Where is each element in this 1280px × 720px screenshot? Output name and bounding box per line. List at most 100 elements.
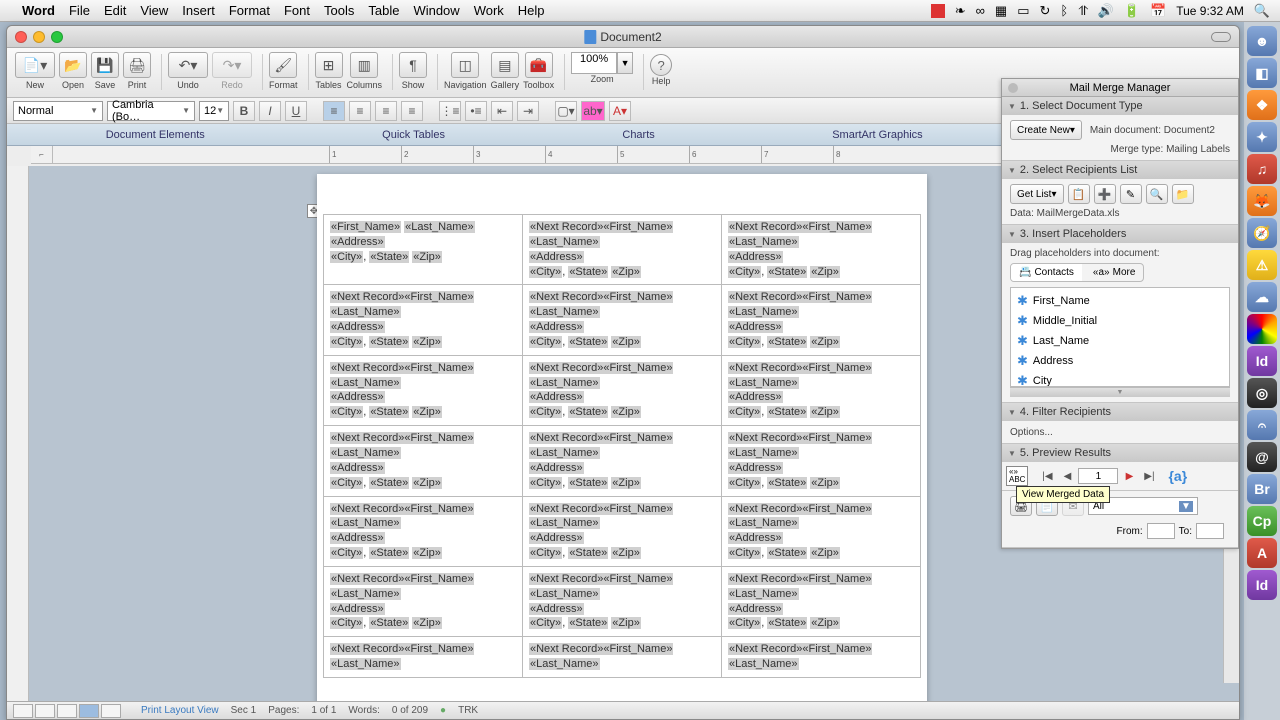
tab-quick-tables[interactable]: Quick Tables [366, 126, 461, 144]
style-combo[interactable]: Normal▼ [13, 101, 103, 121]
track-changes-indicator[interactable]: TRK [458, 705, 478, 716]
label-cell[interactable]: «Next Record»«First_Name»«Last_Name»«Add… [324, 566, 523, 636]
draft-view-button[interactable] [13, 704, 33, 718]
window-zoom-button[interactable] [51, 31, 63, 43]
align-right-button[interactable]: ≡ [375, 101, 397, 121]
dock-finder-icon[interactable]: ☻ [1247, 26, 1277, 56]
next-record-button[interactable]: ▶ [1120, 467, 1138, 485]
save-button[interactable]: 💾Save [91, 52, 119, 90]
tab-document-elements[interactable]: Document Elements [90, 126, 221, 144]
prev-record-button[interactable]: ◀ [1058, 467, 1076, 485]
menu-view[interactable]: View [140, 3, 168, 18]
menu-tools[interactable]: Tools [324, 3, 354, 18]
volume-icon[interactable]: 🔊 [1098, 3, 1114, 19]
mm-sec2-header[interactable]: ▼2. Select Recipients List [1002, 161, 1238, 179]
window-titlebar[interactable]: Document2 [7, 26, 1239, 48]
label-cell[interactable]: «Next Record»«First_Name»«Last_Name»«Add… [523, 566, 722, 636]
calendar-icon[interactable]: 📅 [1150, 3, 1166, 19]
label-cell[interactable]: «Next Record»«First_Name»«Last_Name»«Add… [324, 355, 523, 425]
dock-app-icon[interactable]: Cp [1247, 506, 1277, 536]
first-record-button[interactable]: |◀ [1038, 467, 1056, 485]
placeholder-item[interactable]: ✱City [1011, 371, 1229, 387]
expand-list-button[interactable]: ▼ [1010, 387, 1230, 397]
toolbox-button[interactable]: 🧰Toolbox [523, 52, 554, 90]
create-new-button[interactable]: Create New ▾ [1010, 120, 1082, 140]
dock-app-icon[interactable]: ⚠ [1247, 250, 1277, 280]
label-cell[interactable]: «First_Name» «Last_Name»«Address»«City»,… [324, 215, 523, 285]
label-cell[interactable]: «Next Record»«First_Name»«Last_Name» [324, 637, 523, 678]
sync-icon[interactable]: ∞ [976, 3, 985, 18]
increase-indent-button[interactable]: ⇥ [517, 101, 539, 121]
mm-panel-titlebar[interactable]: Mail Merge Manager [1002, 79, 1238, 97]
border-button[interactable]: ▢▾ [555, 101, 577, 121]
placeholder-item[interactable]: ✱Middle_Initial [1011, 311, 1229, 331]
menu-help[interactable]: Help [518, 3, 545, 18]
outline-view-button[interactable] [35, 704, 55, 718]
notebook-view-button[interactable] [101, 704, 121, 718]
words-value[interactable]: 0 of 209 [392, 705, 428, 716]
contacts-tab[interactable]: 📇 Contacts [1011, 264, 1082, 281]
menu-edit[interactable]: Edit [104, 3, 126, 18]
label-cell[interactable]: «Next Record»«First_Name»«Last_Name»«Add… [722, 566, 921, 636]
window-minimize-button[interactable] [33, 31, 45, 43]
tables-button[interactable]: ⊞Tables [315, 52, 343, 90]
italic-button[interactable]: I [259, 101, 281, 121]
label-cell[interactable]: «Next Record»«First_Name»«Last_Name»«Add… [523, 355, 722, 425]
spotlight-icon[interactable]: 🔍 [1254, 3, 1270, 19]
placeholder-item[interactable]: ✱Last_Name [1011, 331, 1229, 351]
battery-icon[interactable]: 🔋 [1124, 3, 1140, 19]
label-cell[interactable]: «Next Record»«First_Name»«Last_Name»«Add… [722, 285, 921, 355]
pages-value[interactable]: 1 of 1 [311, 705, 336, 716]
align-center-button[interactable]: ≡ [349, 101, 371, 121]
open-button[interactable]: 📂Open [59, 52, 87, 90]
dock-app-icon[interactable]: ◧ [1247, 58, 1277, 88]
placeholder-item[interactable]: ✱Address [1011, 351, 1229, 371]
evernote-icon[interactable]: ❧ [955, 3, 966, 19]
fill-button[interactable]: 📁 [1172, 184, 1194, 204]
dock-bridge-icon[interactable]: Br [1247, 474, 1277, 504]
dock-app-icon[interactable]: ◎ [1247, 378, 1277, 408]
braces-icon[interactable]: {a} [1168, 468, 1187, 484]
mm-sec1-header[interactable]: ▼1. Select Document Type [1002, 97, 1238, 115]
menu-format[interactable]: Format [229, 3, 270, 18]
labels-table[interactable]: «First_Name» «Last_Name»«Address»«City»,… [323, 214, 921, 678]
dock-app-icon[interactable]: ☁ [1247, 282, 1277, 312]
print-button[interactable]: 🖨Print [123, 52, 151, 90]
dock-app-icon[interactable]: ✦ [1247, 122, 1277, 152]
dock-indesign-icon[interactable]: Id [1247, 346, 1277, 376]
decrease-indent-button[interactable]: ⇤ [491, 101, 513, 121]
label-cell[interactable]: «Next Record»«First_Name»«Last_Name»«Add… [722, 215, 921, 285]
dock-acrobat-icon[interactable]: A [1247, 538, 1277, 568]
vertical-ruler[interactable] [7, 166, 29, 701]
font-size-combo[interactable]: 12▼ [199, 101, 229, 121]
placeholder-item[interactable]: ✱First_Name [1011, 291, 1229, 311]
label-cell[interactable]: «Next Record»«First_Name»«Last_Name»«Add… [324, 426, 523, 496]
grid-icon[interactable]: ▦ [995, 3, 1007, 19]
section-indicator[interactable]: Sec 1 [231, 705, 257, 716]
tab-charts[interactable]: Charts [606, 126, 670, 144]
underline-button[interactable]: U [285, 101, 307, 121]
format-painter-button[interactable]: 🖌Format [269, 52, 298, 90]
help-button[interactable]: ?Help [650, 52, 672, 86]
dock-app-icon[interactable]: ❖ [1247, 90, 1277, 120]
app-name[interactable]: Word [22, 3, 55, 18]
tab-smartart[interactable]: SmartArt Graphics [816, 126, 938, 144]
publishing-view-button[interactable] [57, 704, 77, 718]
menu-window[interactable]: Window [413, 3, 459, 18]
dock-app-icon[interactable]: @ [1247, 442, 1277, 472]
more-tab[interactable]: «a» More [1085, 264, 1143, 281]
font-combo[interactable]: Cambria (Bo…▼ [107, 101, 195, 121]
menu-table[interactable]: Table [368, 3, 399, 18]
undo-button[interactable]: ↶▾Undo [168, 52, 208, 90]
menu-font[interactable]: Font [284, 3, 310, 18]
label-cell[interactable]: «Next Record»«First_Name»«Last_Name»«Add… [523, 426, 722, 496]
add-record-button[interactable]: ➕ [1094, 184, 1116, 204]
print-layout-view-button[interactable] [79, 704, 99, 718]
dock-safari-icon[interactable]: 🧭 [1247, 218, 1277, 248]
bluetooth-icon[interactable]: ᛒ [1060, 3, 1068, 18]
label-cell[interactable]: «Next Record»«First_Name»«Last_Name»«Add… [523, 285, 722, 355]
columns-button[interactable]: ▥Columns [347, 52, 383, 90]
menu-work[interactable]: Work [474, 3, 504, 18]
label-cell[interactable]: «Next Record»«First_Name»«Last_Name» [722, 637, 921, 678]
dock-app-icon[interactable]: ♫ [1247, 154, 1277, 184]
